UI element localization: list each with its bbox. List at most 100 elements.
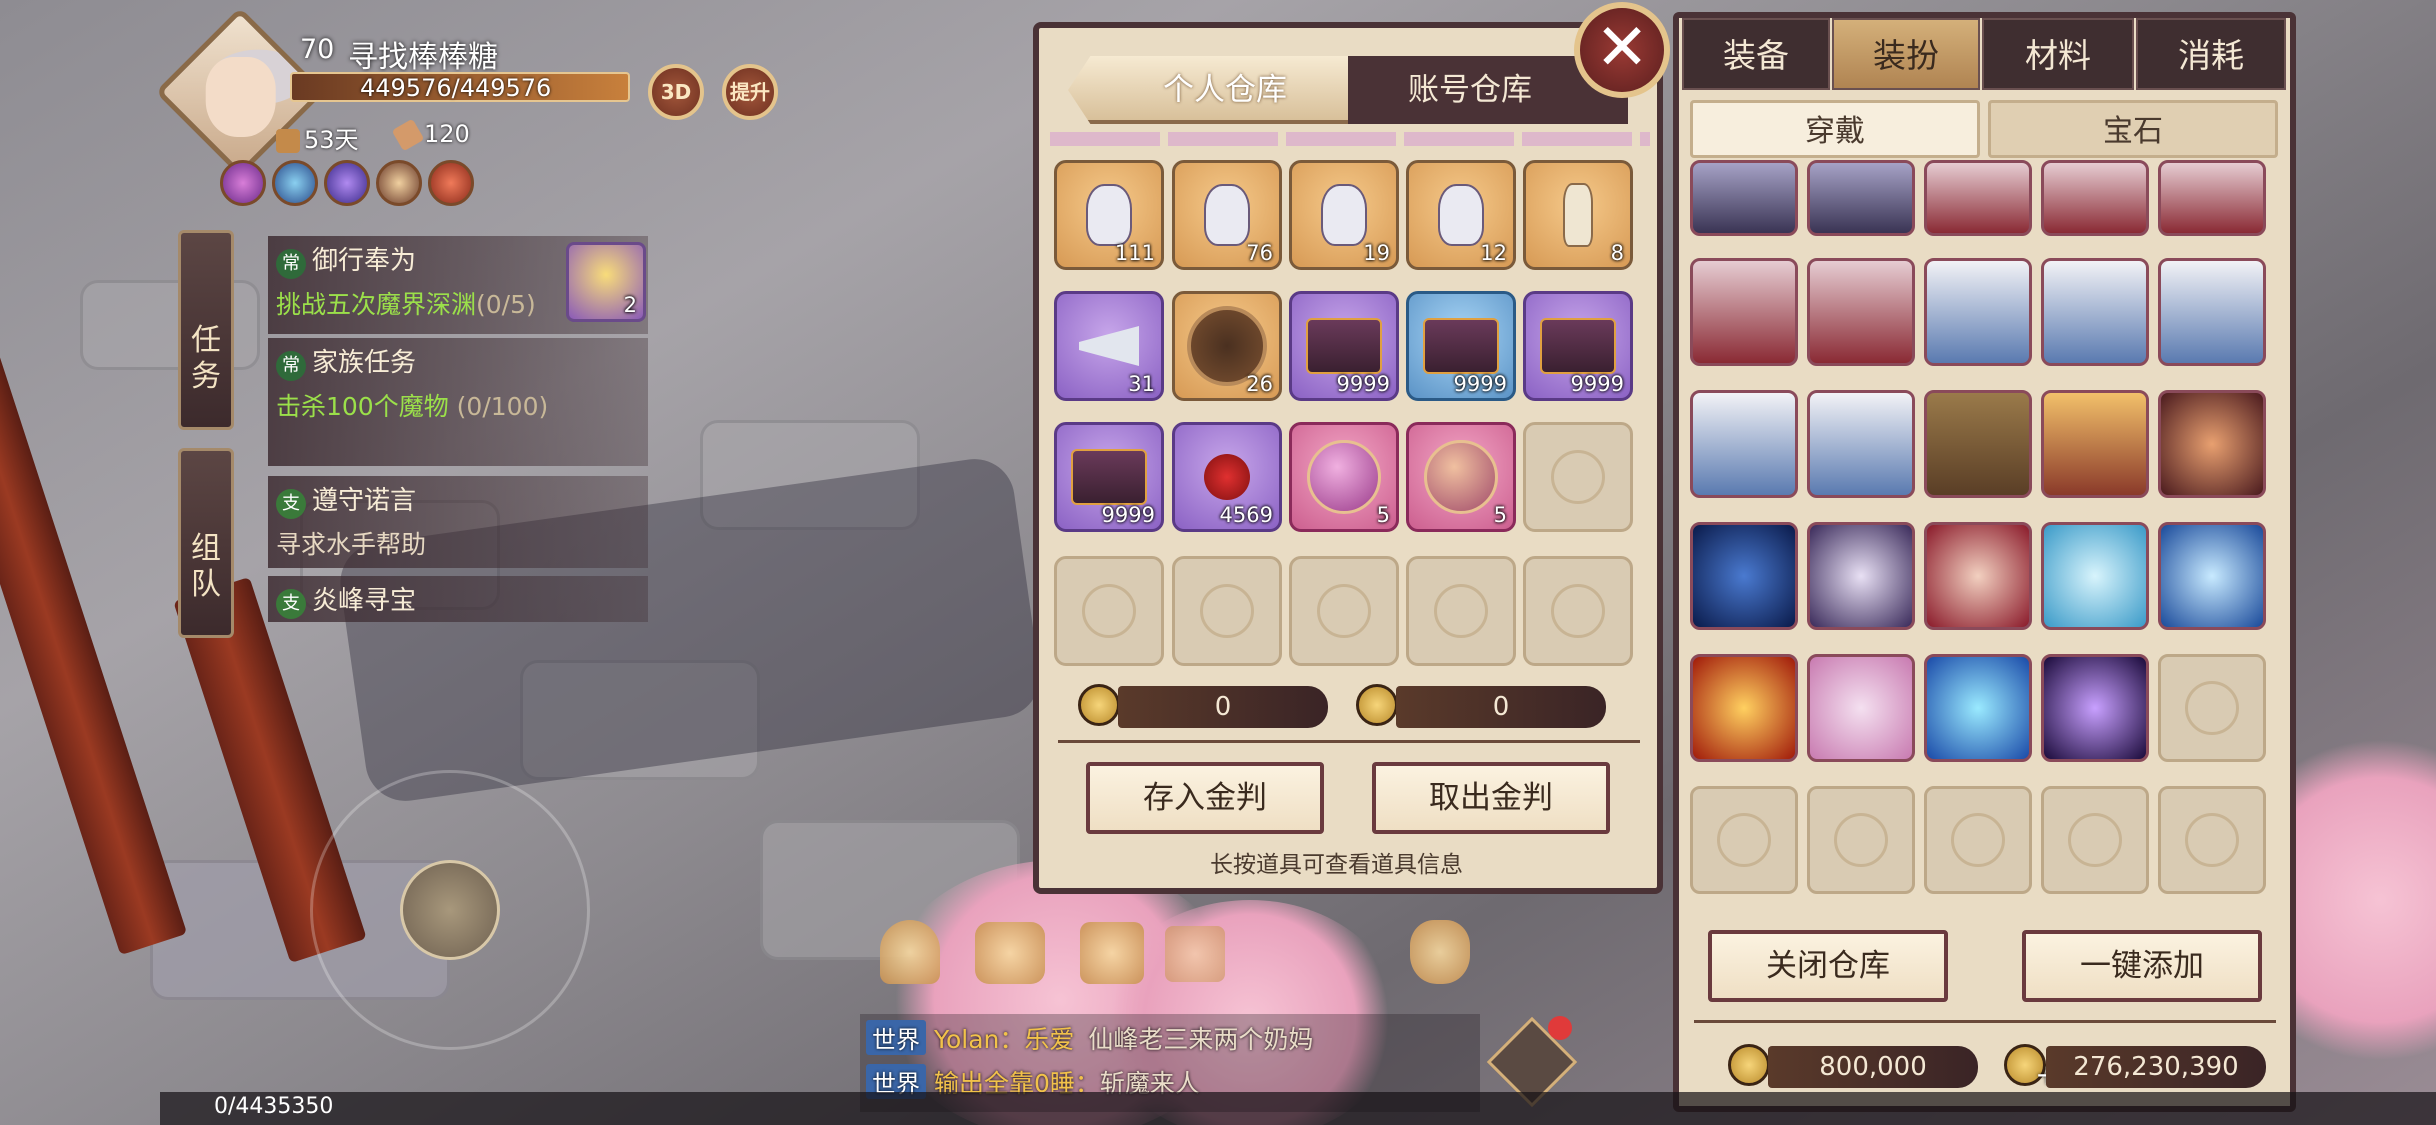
chat-separator: ： bbox=[999, 1025, 1025, 1054]
withdraw-gold-button[interactable]: 取出金判 bbox=[1372, 762, 1610, 834]
warehouse-item[interactable]: 12 bbox=[1406, 160, 1516, 270]
warehouse-item[interactable]: 5 bbox=[1406, 422, 1516, 532]
outfit-item-star[interactable] bbox=[1807, 654, 1915, 762]
tab-team[interactable]: 组队 bbox=[178, 448, 234, 638]
warehouse-item[interactable]: 8 bbox=[1523, 160, 1633, 270]
subtab-wear[interactable]: 穿戴 bbox=[1690, 100, 1980, 158]
tab-team-label: 组队 bbox=[191, 531, 221, 602]
outfit-item-robe-red[interactable] bbox=[1807, 258, 1915, 366]
scrolled-row-peek bbox=[1050, 132, 1650, 146]
quest-item[interactable]: 支遵守诺言 寻求水手帮助 bbox=[268, 476, 648, 568]
outfit-item-robe-white[interactable] bbox=[2041, 258, 2149, 366]
empty-slot[interactable] bbox=[1924, 786, 2032, 894]
inventory-gold-2: 276,230,390 bbox=[2046, 1046, 2266, 1088]
outfit-item-compass[interactable] bbox=[1924, 522, 2032, 630]
outfit-item-robe-white[interactable] bbox=[1690, 390, 1798, 498]
empty-slot[interactable] bbox=[1523, 422, 1633, 532]
outfit-item-robe-brown[interactable] bbox=[1924, 390, 2032, 498]
tab-task[interactable]: 任务 bbox=[178, 230, 234, 430]
empty-slot-icon bbox=[1082, 584, 1136, 638]
quest-item[interactable]: 常家族任务 击杀100个魔物 (0/100) bbox=[268, 338, 648, 466]
empty-slot[interactable] bbox=[2158, 786, 2266, 894]
quest-tag: 支 bbox=[276, 589, 306, 619]
item-quantity: 76 bbox=[1246, 241, 1273, 265]
gold-coin-icon bbox=[1356, 684, 1398, 726]
quest-item[interactable]: 支炎峰寻宝 bbox=[268, 576, 648, 622]
outfit-item-planet[interactable] bbox=[2158, 522, 2266, 630]
warehouse-item[interactable]: 19 bbox=[1289, 160, 1399, 270]
chat-user: Yolan bbox=[934, 1025, 1000, 1054]
outfit-item-robe-red[interactable] bbox=[1690, 258, 1798, 366]
outfit-item-robe-white[interactable] bbox=[1807, 390, 1915, 498]
tab-materials[interactable]: 材料 bbox=[1982, 18, 2134, 90]
empty-slot[interactable] bbox=[2158, 654, 2266, 762]
quest-tag: 支 bbox=[276, 489, 306, 519]
empty-slot[interactable] bbox=[1054, 556, 1164, 666]
empty-slot[interactable] bbox=[1807, 786, 1915, 894]
quest-desc: 寻求水手帮助 bbox=[276, 530, 427, 559]
warehouse-item[interactable]: 111 bbox=[1054, 160, 1164, 270]
outfit-item-lotus[interactable] bbox=[1807, 522, 1915, 630]
torii-pillar bbox=[0, 324, 188, 956]
outfit-item-wave[interactable] bbox=[1924, 654, 2032, 762]
warehouse-item[interactable]: 9999 bbox=[1523, 291, 1633, 401]
deposit-gold-button[interactable]: 存入金判 bbox=[1086, 762, 1324, 834]
bag-icon[interactable] bbox=[1410, 920, 1470, 984]
subtab-gem[interactable]: 宝石 bbox=[1988, 100, 2278, 158]
puzzle-icon[interactable] bbox=[1080, 922, 1144, 984]
outfit-item-robe-red[interactable] bbox=[2158, 160, 2266, 236]
quest-title: 遵守诺言 bbox=[312, 486, 417, 516]
buff-icon[interactable] bbox=[376, 160, 422, 206]
scissors-icon[interactable] bbox=[1165, 926, 1225, 982]
warehouse-item[interactable]: 76 bbox=[1172, 160, 1282, 270]
jar-icon bbox=[1438, 184, 1484, 246]
outfit-item-frost[interactable] bbox=[2041, 522, 2149, 630]
jar-icon bbox=[1086, 184, 1132, 246]
warehouse-item[interactable]: 5 bbox=[1289, 422, 1399, 532]
outfit-item-robe-white[interactable] bbox=[1924, 258, 2032, 366]
calendar-icon bbox=[276, 129, 300, 153]
empty-slot[interactable] bbox=[1289, 556, 1399, 666]
add-all-button[interactable]: 一键添加 bbox=[2022, 930, 2262, 1002]
quest-desc: 击杀100个魔物 bbox=[276, 392, 449, 421]
empty-slot[interactable] bbox=[2041, 786, 2149, 894]
empty-slot-icon bbox=[2185, 813, 2239, 867]
outfit-item-robe-red[interactable] bbox=[2041, 160, 2149, 236]
outfit-item-magic[interactable] bbox=[2041, 654, 2149, 762]
outfit-item-robe-red[interactable] bbox=[1924, 160, 2032, 236]
warehouse-item[interactable]: 9999 bbox=[1406, 291, 1516, 401]
buff-icon[interactable] bbox=[220, 160, 266, 206]
gold-left-value: 0 bbox=[1118, 686, 1328, 728]
empty-slot[interactable] bbox=[1172, 556, 1282, 666]
warehouse-item[interactable]: 31 bbox=[1054, 291, 1164, 401]
buff-icon[interactable] bbox=[324, 160, 370, 206]
quest-title: 御行奉为 bbox=[312, 246, 417, 276]
tab-equipment[interactable]: 装备 bbox=[1682, 18, 1830, 90]
outfit-item-moon[interactable] bbox=[1690, 522, 1798, 630]
outfit-item-armor[interactable] bbox=[2041, 390, 2149, 498]
warehouse-item[interactable]: 9999 bbox=[1054, 422, 1164, 532]
empty-slot[interactable] bbox=[1406, 556, 1516, 666]
tab-outfit[interactable]: 装扮 bbox=[1832, 18, 1980, 90]
outfit-item-rune[interactable] bbox=[2158, 390, 2266, 498]
warehouse-item[interactable]: 26 bbox=[1172, 291, 1282, 401]
close-icon[interactable]: ✕ bbox=[1574, 2, 1670, 98]
quest-reward-item[interactable]: 2 bbox=[566, 242, 646, 322]
empty-slot[interactable] bbox=[1690, 786, 1798, 894]
outfit-item-robe-dark[interactable] bbox=[1690, 160, 1798, 236]
empty-slot[interactable] bbox=[1523, 556, 1633, 666]
buff-icon[interactable] bbox=[272, 160, 318, 206]
family-icon[interactable] bbox=[880, 920, 940, 984]
tab-consumables[interactable]: 消耗 bbox=[2136, 18, 2286, 90]
outfit-item-robe-white[interactable] bbox=[2158, 258, 2266, 366]
outfit-item-sun[interactable] bbox=[1690, 654, 1798, 762]
upgrade-button[interactable]: 提升 bbox=[722, 64, 778, 120]
outfit-item-robe-dark[interactable] bbox=[1807, 160, 1915, 236]
joystick-knob[interactable] bbox=[400, 860, 500, 960]
btn-3d[interactable]: 3D bbox=[648, 64, 704, 120]
warehouse-item[interactable]: 9999 bbox=[1289, 291, 1399, 401]
warehouse-item[interactable]: 4569 bbox=[1172, 422, 1282, 532]
mail-icon[interactable] bbox=[975, 922, 1045, 984]
buff-icon[interactable] bbox=[428, 160, 474, 206]
close-warehouse-button[interactable]: 关闭仓库 bbox=[1708, 930, 1948, 1002]
